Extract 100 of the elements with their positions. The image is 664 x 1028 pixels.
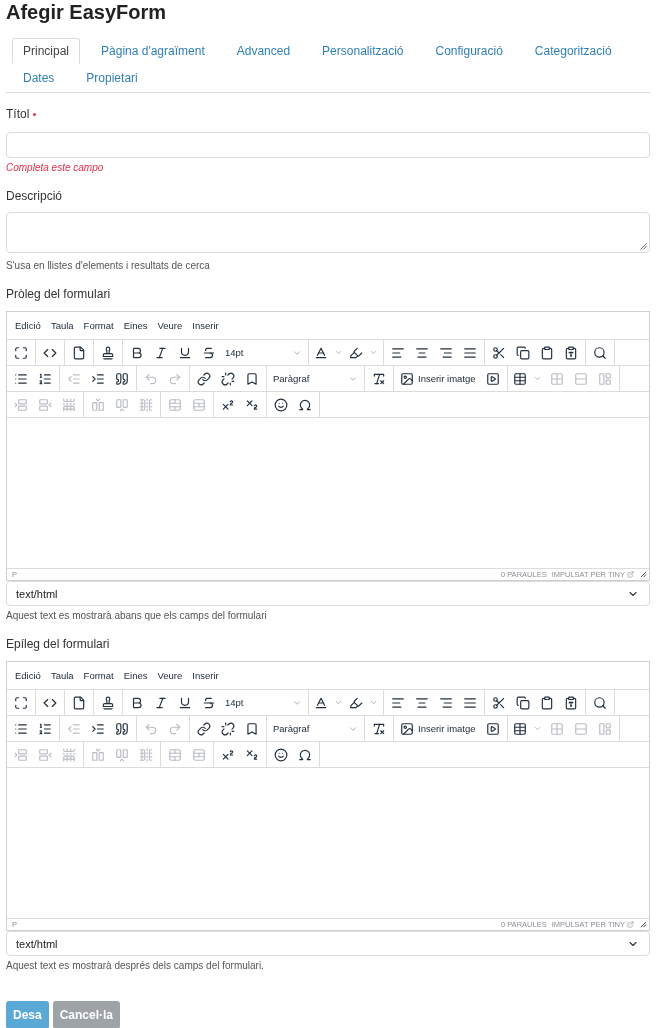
menu-item[interactable]: Veure [152,665,188,686]
bullet-list-icon [14,721,28,736]
clipboard-text-icon [564,345,578,360]
format-select[interactable]: text/html [6,581,650,606]
table-column-insert-icon [91,747,105,762]
broken-link-icon [221,371,235,386]
quote-icon [115,371,129,386]
clear-format-icon [372,371,386,386]
menu-item[interactable]: Format [78,665,119,686]
document-icon [72,695,86,710]
table-row-insert-icon [14,747,28,762]
image-button[interactable]: Inserir imatge [396,716,481,741]
menu-item[interactable]: Format [78,315,119,336]
caret-icon [532,374,542,383]
outdent-icon [67,721,81,736]
panel-layout-icon [597,371,612,386]
fullscreen-icon [14,345,28,360]
menu-item[interactable]: Taula [45,665,79,686]
page-title: Afegir EasyForm [6,0,168,24]
play-square-icon [485,371,500,386]
menu-item[interactable]: Eines [118,315,153,336]
text-color-icon [314,695,328,710]
text-color-icon [314,345,328,360]
image-button[interactable]: Inserir imatge [396,366,481,391]
grid-icon [549,721,564,736]
strikethrough-icon [202,345,216,360]
caret-icon [369,348,378,357]
table-rows-icon [62,397,76,412]
bullet-list-icon [14,371,28,386]
image-icon [400,371,414,386]
grid-icon [549,371,564,386]
redo-icon [168,371,182,386]
table-row-insert-icon [38,747,52,762]
menu-item[interactable]: Inserir [187,315,224,336]
description-field[interactable] [6,212,650,253]
superscript-icon [221,747,235,762]
align-center-icon [415,345,429,360]
smiley-icon [274,747,288,762]
menu-item[interactable]: Edició [10,315,46,336]
highlighter-icon [349,345,363,360]
toolbar-dropdown[interactable]: 14pt [221,340,306,365]
caret-icon [334,698,343,707]
field-label: Epíleg del formulari [6,637,110,651]
numbered-list-icon [38,371,52,386]
format-select[interactable]: text/html [6,931,650,956]
undo-icon [144,371,158,386]
field-label: Pròleg del formulari [6,287,111,301]
strikethrough-icon [202,695,216,710]
table-column-insert-icon [91,397,105,412]
toolbar-dropdown[interactable]: 14pt [221,690,306,715]
copy-icon [516,695,530,710]
menu-item[interactable]: Veure [152,315,188,336]
tab[interactable]: Principal [12,38,81,64]
caret-icon [334,348,343,357]
copy-icon [516,345,530,360]
menu-item[interactable]: Inserir [187,665,224,686]
omega-icon [298,747,312,762]
bold-icon [130,695,144,710]
align-right-icon [439,345,453,360]
table-row-insert-icon [14,397,28,412]
resize-handle-icon[interactable] [640,921,647,928]
menu-item[interactable]: Eines [118,665,153,686]
link-icon [197,721,211,736]
subscript-icon [245,397,259,412]
validation-error: Completa este campo [6,161,105,175]
menu-item[interactable]: Edició [10,665,46,686]
toolbar-dropdown[interactable]: Paràgraf [269,716,362,741]
redo-icon [168,721,182,736]
resize-grip-icon[interactable] [640,243,647,250]
search-icon [593,345,607,360]
outdent-icon [67,371,81,386]
indent-icon [91,721,105,736]
table-columns-icon [139,397,153,412]
omega-icon [298,397,312,412]
indent-icon [91,371,105,386]
table-cells-icon [192,397,206,412]
field-hint: Aquest text es mostrarà després dels camps del formulari. [6,959,265,973]
menu-item[interactable]: Taula [45,315,79,336]
table-cells-icon [192,747,206,762]
align-center-icon [415,695,429,710]
external-link-icon [627,921,634,928]
bold-icon [130,345,144,360]
table-column-insert-icon [115,397,129,412]
document-icon [72,345,86,360]
title-input-field[interactable] [6,132,650,158]
underline-icon [178,345,192,360]
rows-icon [573,371,588,386]
bookmark-icon [245,721,259,736]
external-link-icon [627,571,634,578]
toolbar-dropdown[interactable]: Paràgraf [269,366,362,391]
field-label: Títol [6,107,30,121]
quote-icon [115,721,129,736]
clipboard-icon [540,345,554,360]
table-row-insert-icon [38,397,52,412]
align-left-icon [391,695,405,710]
align-justify-icon [463,695,477,710]
align-left-icon [391,345,405,360]
resize-handle-icon[interactable] [640,571,647,578]
table-icon [512,371,527,386]
highlighter-icon [349,695,363,710]
